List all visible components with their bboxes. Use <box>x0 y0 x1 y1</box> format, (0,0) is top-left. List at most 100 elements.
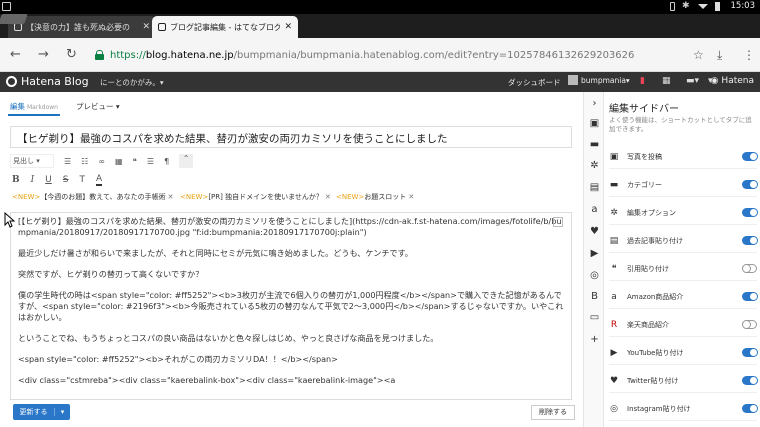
sidebar-item-label: 編集オプション <box>627 208 676 217</box>
sidebar-item-rakuten[interactable]: R 楽天商品紹介 <box>609 313 757 337</box>
notice-item[interactable]: <NEW>お題スロット ✕ <box>336 192 414 202</box>
strikethrough-icon[interactable]: S <box>63 175 69 185</box>
update-button[interactable]: 更新する ▾ <box>13 404 70 420</box>
photo-icon[interactable]: ▣ <box>589 118 600 129</box>
hatena-icon: ◉ <box>710 76 719 86</box>
collapse-toolbar-button[interactable]: ⌃ <box>179 154 194 168</box>
chevron-right-icon[interactable]: › <box>589 98 600 109</box>
sidebar-icon-rail: › ▣ ▬ ✲ ▤ a ♥ ▶ ◎ B ▭ + <box>583 92 604 427</box>
hatena-logo[interactable]: ◉ Hatena <box>711 76 754 86</box>
sidebar-item-photo[interactable]: ▣ 写真を投稿 <box>609 145 758 169</box>
format-toolbar: 見出し ▾ ☰ ☷ ∞ ▦ ❝ ☰ ¶ ⌃ <box>10 154 194 168</box>
user-menu[interactable]: bumpmania ▾ <box>568 75 630 85</box>
chevron-down-icon[interactable]: ▾ <box>54 408 70 416</box>
toggle-switch[interactable] <box>742 292 758 301</box>
browser-tab-1[interactable]: 【決意の力】誰も死ぬ必要の ✕ <box>8 16 156 38</box>
underline-icon[interactable]: U <box>45 175 52 185</box>
forward-arrow-icon[interactable]: → <box>38 47 49 62</box>
text-color-icon[interactable]: A <box>95 174 103 186</box>
bookmark-icon[interactable]: ▮ <box>640 76 645 86</box>
link-icon[interactable]: ∞ <box>98 157 105 166</box>
sidebar-item-edit-options[interactable]: ✲ 編集オプション <box>609 201 758 225</box>
heading-select[interactable]: 見出し ▾ <box>10 154 54 168</box>
toggle-switch[interactable] <box>742 180 758 189</box>
tab-edit[interactable]: 編集 Markdown <box>8 98 60 116</box>
photo-icon: ▣ <box>609 151 619 162</box>
toggle-switch[interactable] <box>742 404 758 413</box>
close-icon[interactable]: ✕ <box>284 22 292 32</box>
bullet-list-icon[interactable]: ☰ <box>64 157 71 166</box>
twitter-icon[interactable]: ♥ <box>589 226 600 237</box>
update-button-label: 更新する <box>19 408 48 416</box>
dashboard-link[interactable]: ダッシュボード <box>508 77 561 88</box>
copy-icon[interactable] <box>553 217 563 227</box>
blog-selector[interactable]: にーとのかがみ。▾ <box>100 77 164 88</box>
gear-icon[interactable]: ✲ <box>589 160 600 171</box>
reload-icon[interactable]: ↻ <box>66 47 77 62</box>
delete-button[interactable]: 削除する <box>531 405 575 420</box>
toggle-switch[interactable] <box>742 236 758 245</box>
table-icon[interactable]: ▦ <box>115 157 123 166</box>
sidebar-item-twitter[interactable]: ♥ Twitter貼り付け <box>609 369 758 393</box>
body-textarea[interactable]: [【ヒゲ剃り】最強のコスパを求めた結果、替刃が激安の両刃カミソリを使うことにしま… <box>10 212 572 400</box>
menu-kebab-icon[interactable]: ⋮ <box>743 48 755 62</box>
url-scheme: https:// <box>110 49 146 61</box>
bold-icon[interactable]: B <box>12 175 20 185</box>
paragraph-icon[interactable]: ¶ <box>164 157 169 166</box>
sidebar-item-past-articles[interactable]: ▤ 過去記事貼り付け <box>609 229 758 253</box>
mouse-cursor-icon <box>4 212 16 228</box>
document-icon[interactable]: ▤ <box>589 182 600 193</box>
back-arrow-icon[interactable]: ← <box>10 47 21 62</box>
browser-tab-strip: 【決意の力】誰も死ぬ必要の ✕ ブログ記事編集 - はてなブログ ✕ <box>0 14 760 38</box>
hatena-blog-logo[interactable]: Hatena Blog <box>6 75 89 88</box>
sidebar-item-instagram[interactable]: ◎ Instagram貼り付け <box>609 397 758 421</box>
notice-item[interactable]: <NEW>【今週のお題】教えて、あなたの手帳術 ✕ <box>12 192 174 202</box>
bookmark-star-icon[interactable]: ☆ <box>693 48 704 62</box>
numbered-list-icon[interactable]: ☷ <box>81 157 88 166</box>
close-icon[interactable]: ✕ <box>325 193 331 201</box>
editor-mode-tabs: 編集 Markdown プレビュー ▾ <box>8 98 122 116</box>
avatar <box>568 75 578 85</box>
sidebar-item-quote[interactable]: ❝ 引用貼り付け <box>609 257 757 281</box>
tv-icon[interactable]: ▭ <box>589 312 600 323</box>
more-list-icon[interactable]: ☰ <box>147 157 154 166</box>
amazon-icon[interactable]: a <box>589 204 600 215</box>
toggle-switch[interactable] <box>742 208 758 217</box>
close-icon[interactable]: ✕ <box>408 193 414 201</box>
tab-preview[interactable]: プレビュー ▾ <box>74 98 122 116</box>
notice-text: お題スロット <box>364 193 407 201</box>
instagram-icon[interactable]: ◎ <box>589 270 600 281</box>
toggle-switch[interactable] <box>742 348 758 357</box>
favicon-icon <box>14 23 22 31</box>
notice-item[interactable]: <NEW>[PR] 独自ドメインを使いませんか？ ✕ <box>180 192 331 202</box>
title-input[interactable]: 【ヒゲ剃り】最強のコスパを求めた結果、替刃が激安の両刃カミソリを使うことにしまし… <box>10 126 572 148</box>
folder-icon[interactable]: ▬ <box>589 139 600 150</box>
font-size-icon[interactable]: T <box>79 175 85 185</box>
sidebar-item-amazon[interactable]: a Amazon商品紹介 <box>609 285 758 309</box>
plus-icon[interactable]: + <box>589 334 600 345</box>
pages-icon[interactable]: ▦ <box>662 76 671 86</box>
blockquote-icon[interactable]: ❝ <box>133 157 137 166</box>
youtube-icon[interactable]: ▶ <box>589 248 600 259</box>
close-icon[interactable]: ✕ <box>168 193 174 201</box>
address-bar[interactable]: https://blog.hatena.ne.jp/bumpmania/bump… <box>95 44 685 66</box>
close-icon[interactable]: ✕ <box>142 22 150 32</box>
toggle-switch[interactable] <box>742 320 757 329</box>
sidebar-item-label: Twitter貼り付け <box>627 376 679 385</box>
amazon-icon: a <box>611 291 617 302</box>
hatebu-icon[interactable]: B <box>589 291 600 302</box>
toggle-switch[interactable] <box>742 376 758 385</box>
new-tab-button[interactable] <box>0 14 28 24</box>
download-icon[interactable]: ⤓ <box>717 48 722 63</box>
italic-icon[interactable]: I <box>31 175 35 185</box>
favicon-icon <box>158 23 166 31</box>
body-text: [【ヒゲ剃り】最強のコスパを求めた結果、替刃が激安の両刃カミソリを使うことにしま… <box>11 213 571 399</box>
sidebar-item-youtube[interactable]: ▶ YouTube貼り付け <box>609 341 758 365</box>
toggle-switch[interactable] <box>742 152 758 161</box>
text-style-toolbar: B I U S T A <box>12 173 103 187</box>
browser-tab-2[interactable]: ブログ記事編集 - はてなブログ ✕ <box>152 16 298 38</box>
toggle-switch[interactable] <box>742 264 757 273</box>
comments-icon[interactable]: ▬▾ <box>686 76 699 86</box>
url-host: blog.hatena.ne.jp <box>145 49 234 61</box>
sidebar-item-category[interactable]: ▬ カテゴリー <box>609 173 758 197</box>
